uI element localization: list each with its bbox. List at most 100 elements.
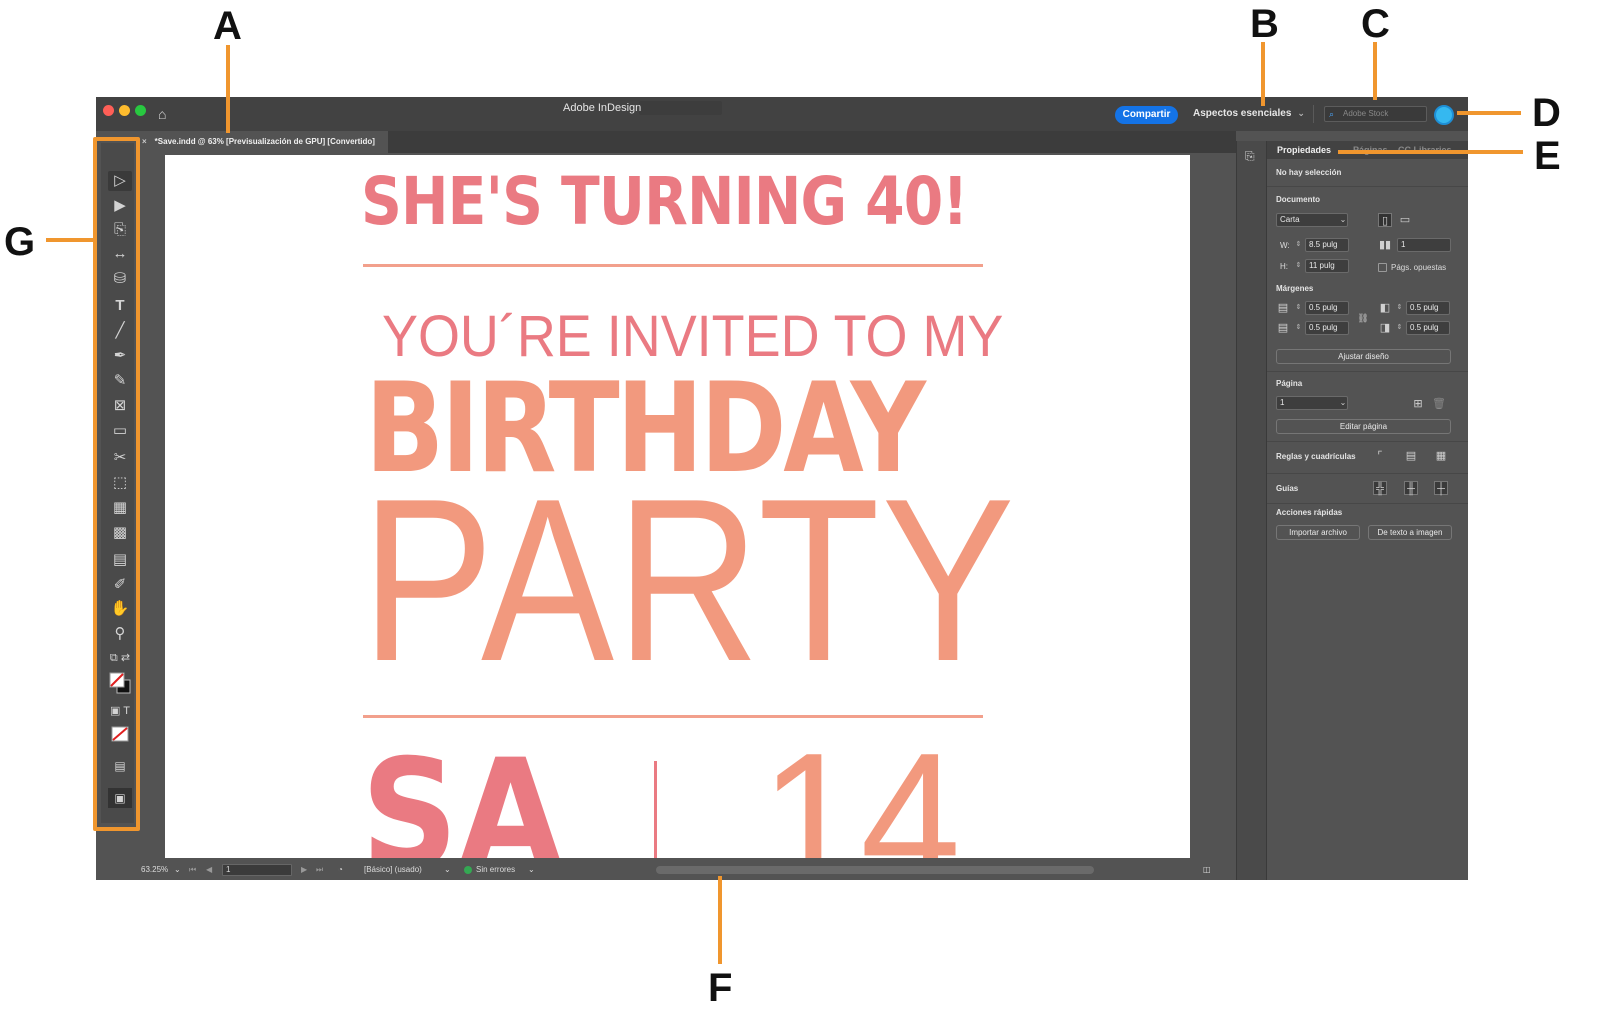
height-stepper[interactable]: ⇕ [1294,259,1303,273]
landscape-orientation-icon[interactable]: ▭ [1398,213,1412,227]
baseline-grid-icon[interactable]: ▤ [1404,449,1418,463]
chevron-down-icon[interactable]: ⌄ [1336,396,1350,410]
last-page-icon[interactable]: ⏭ [316,865,323,875]
callout-d: D [1532,91,1561,135]
callout-line-d [1457,111,1521,115]
previous-page-icon[interactable]: ◀ [206,865,212,874]
next-page-icon[interactable]: ▶ [301,865,307,874]
margin-bottom-stepper[interactable]: ⇕ [1294,321,1303,335]
margin-right-icon: ◨ [1379,322,1391,334]
callout-line-b [1261,42,1265,106]
indesign-window: ⌂ Adobe InDesign Compartir Aspectos esen… [96,97,1468,880]
party-text[interactable]: PARTY [361,465,1016,697]
chevron-down-icon[interactable]: ⌄ [1336,213,1350,227]
split-layout-icon[interactable]: ◫ [1203,865,1211,874]
portrait-orientation-icon[interactable]: ▯ [1378,213,1392,227]
callout-g: G [4,220,36,264]
preflight-status-dot [464,866,472,874]
divider [1313,105,1314,123]
margin-bottom-icon: ▤ [1277,322,1289,334]
rulers-section-title: Reglas y cuadrículas [1276,452,1356,461]
first-page-icon[interactable]: ⏮ [189,865,196,875]
import-file-button[interactable]: Importar archivo [1276,525,1360,540]
width-field[interactable]: 8.5 pulg [1305,238,1349,252]
callout-f: F [708,966,733,1010]
callout-line-g [46,238,94,242]
divider [1267,473,1468,474]
day-text[interactable]: SA [361,740,563,858]
adobe-stock-search-input[interactable]: ⌕ Adobe Stock [1324,106,1427,122]
callout-b: B [1250,2,1279,46]
chevron-down-icon: ⌄ [1297,108,1305,118]
workspace-switcher[interactable]: Aspectos esenciales ⌄ [1193,108,1305,119]
adjust-layout-button[interactable]: Ajustar diseño [1276,349,1451,364]
headline-turning-40[interactable]: SHE'S TURNING 40! [361,163,968,240]
preflight-menu-icon[interactable]: ⌄ [528,865,535,874]
close-window-button[interactable] [103,105,114,116]
date-number-text[interactable]: 14 [760,725,961,858]
show-guides-icon[interactable]: ╬ [1373,481,1387,495]
add-page-icon[interactable]: ⊞ [1411,397,1425,411]
document-tab-label: *Save.indd @ 63% [Previsualización de GP… [154,137,375,146]
rulers-icon[interactable]: ⌜ [1373,449,1387,463]
smart-guides-icon[interactable]: ┼ [1434,481,1448,495]
page-section-title: Página [1276,379,1303,388]
preflight-dropdown-icon[interactable]: ⌄ [444,865,451,874]
margin-top-field[interactable]: 0.5 pulg [1305,301,1349,315]
divider-rule-top [363,264,983,267]
callout-a: A [213,4,242,48]
collapsed-panels-strip: ⎘ [1236,141,1266,880]
pages-count-field[interactable]: 1 [1397,238,1451,252]
date-divider [654,761,657,858]
tab-properties[interactable]: Propiedades [1277,145,1331,155]
document-page[interactable]: SHE'S TURNING 40! YOU´RE INVITED TO MY B… [165,155,1190,858]
page-number-field[interactable]: 1 [222,864,292,876]
avatar[interactable] [1434,105,1454,125]
document-tab[interactable]: × *Save.indd @ 63% [Previsualización de G… [136,131,388,153]
preflight-profile[interactable]: [Básico] (usado) [364,865,422,874]
width-stepper[interactable]: ⇕ [1294,238,1303,252]
close-tab-icon[interactable]: × [142,137,147,146]
open-document-icon[interactable]: ◔ [338,865,343,874]
app-title: Adobe InDesign [563,102,642,114]
document-grid-icon[interactable]: ▦ [1434,449,1448,463]
margin-top-stepper[interactable]: ⇕ [1294,301,1303,315]
horizontal-scrollbar[interactable] [656,866,1094,874]
minimize-window-button[interactable] [119,105,130,116]
lock-guides-icon[interactable]: ╫ [1404,481,1418,495]
callout-line-e [1338,150,1523,154]
zoom-level[interactable]: 63.25% [141,865,168,874]
callout-line-c [1373,42,1377,100]
preflight-status[interactable]: Sin errores [476,865,515,874]
height-field[interactable]: 11 pulg [1305,259,1349,273]
margin-left-field[interactable]: 0.5 pulg [1406,301,1450,315]
search-placeholder: Adobe Stock [1343,109,1389,118]
facing-pages-checkbox[interactable] [1378,263,1387,272]
share-button[interactable]: Compartir [1115,106,1178,124]
text-to-image-button[interactable]: De texto a imagen [1368,525,1452,540]
link-margins-icon[interactable]: ⛓ [1356,311,1370,325]
selection-status: No hay selección [1276,168,1342,177]
margin-left-icon: ◧ [1379,302,1391,314]
pages-icon: ▮▮ [1378,239,1392,251]
margin-bottom-field[interactable]: 0.5 pulg [1305,321,1349,335]
margin-right-field[interactable]: 0.5 pulg [1406,321,1450,335]
margin-left-stepper[interactable]: ⇕ [1395,301,1404,315]
callout-line-f [718,876,722,964]
zoom-dropdown-icon[interactable]: ⌄ [174,865,181,874]
pasteboard[interactable]: SHE'S TURNING 40! YOU´RE INVITED TO MY B… [141,153,1275,860]
margin-right-stepper[interactable]: ⇕ [1395,321,1404,335]
workspace-label: Aspectos esenciales [1193,108,1292,119]
panel-icon[interactable]: ⎘ [1245,149,1255,164]
edit-page-button[interactable]: Editar página [1276,419,1451,434]
home-icon[interactable]: ⌂ [158,107,174,121]
zoom-window-button[interactable] [135,105,146,116]
tools-highlight-frame [93,137,140,831]
properties-panel: Propiedades Páginas CC Libraries No hay … [1266,141,1468,880]
delete-page-icon[interactable]: 🗑 [1432,397,1446,411]
document-tab-bar: × *Save.indd @ 63% [Previsualización de G… [136,131,1236,153]
callout-e: E [1534,134,1561,178]
callout-line-a [226,45,230,133]
divider [1267,441,1468,442]
divider [1267,371,1468,372]
